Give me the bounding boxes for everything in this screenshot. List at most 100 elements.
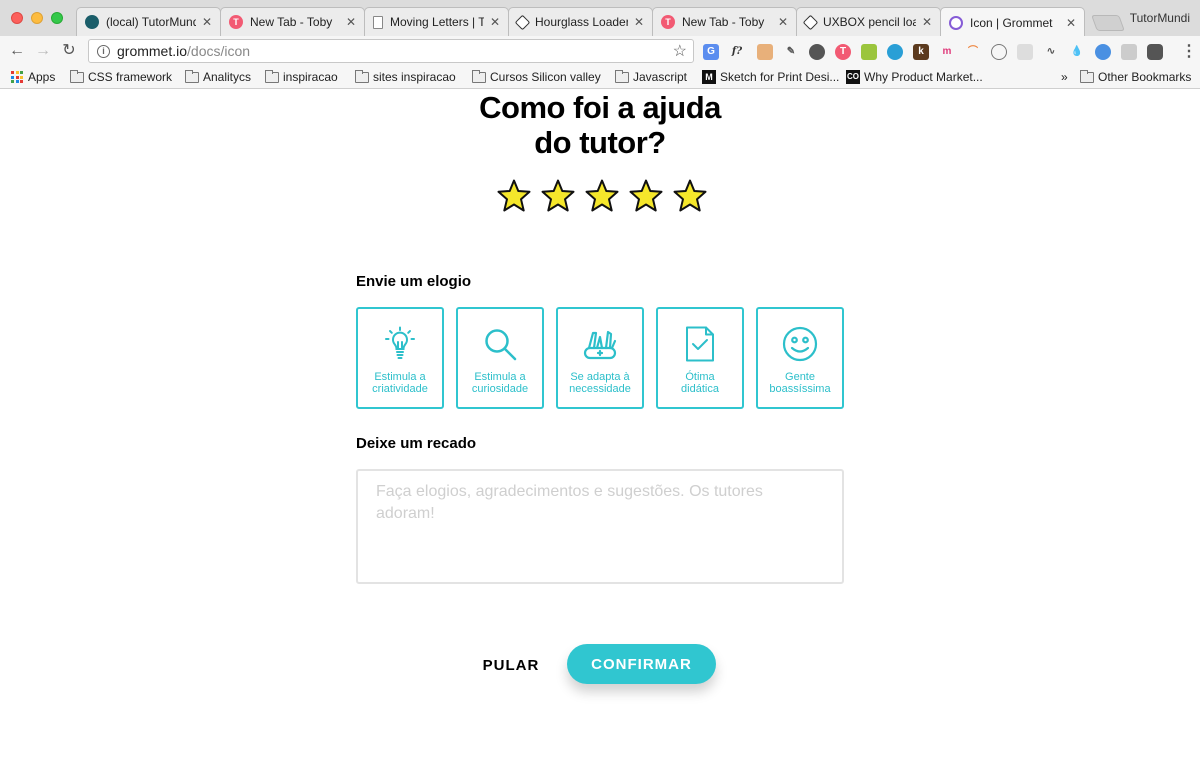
plant-extension-icon[interactable] [861, 44, 877, 60]
browser-menu-icon[interactable]: ⋮ [1181, 41, 1197, 61]
bookmark-label: Apps [28, 70, 56, 84]
reload-icon[interactable]: ↻ [60, 42, 78, 60]
close-tab-icon[interactable]: ✕ [202, 15, 212, 29]
compliment-label: Estimula a criatividade [360, 371, 440, 395]
close-tab-icon[interactable]: ✕ [346, 15, 356, 29]
ruler-extension-icon[interactable] [757, 44, 773, 60]
whatfont-extension-icon[interactable]: f? [729, 44, 745, 60]
folder-icon [472, 69, 486, 83]
star-icon[interactable] [540, 179, 576, 213]
bookmark-folder[interactable]: sites inspiracao [355, 69, 456, 84]
message-textarea[interactable] [356, 469, 844, 584]
maximize-window-button[interactable] [51, 12, 63, 24]
browser-tab[interactable]: T New Tab - Toby ✕ [652, 7, 797, 36]
star-icon[interactable] [496, 179, 532, 213]
page-extension-icon[interactable] [1121, 44, 1137, 60]
url-host: grommet.io [117, 43, 188, 59]
bookmark-link[interactable]: CO Why Product Market... [846, 70, 983, 84]
compliment-card-didactic[interactable]: Ótima didática [656, 307, 744, 409]
compliment-label-line2: didática [681, 383, 719, 395]
lightbulb-icon [385, 326, 415, 359]
browser-tab-active[interactable]: Icon | Grommet ✕ [940, 7, 1085, 37]
drop-extension-icon[interactable]: 💧 [1069, 44, 1085, 60]
star-rating [496, 179, 708, 213]
info-icon[interactable]: i [97, 44, 110, 58]
compliment-card-creativity[interactable]: Estimula a criatividade [356, 307, 444, 409]
compliment-label: Gente boassíssima [760, 371, 840, 395]
smiley-icon [782, 326, 818, 362]
browser-tab[interactable]: Moving Letters | T ✕ [364, 7, 509, 36]
profile-name[interactable]: TutorMundi [1130, 11, 1190, 25]
browser-toolbar: ← → ↻ i grommet.io/docs/icon ☆ G f? ✎ T … [0, 36, 1200, 67]
browser-tab[interactable]: Hourglass Loader ✕ [508, 7, 653, 36]
page-title-line1: Como foi a ajuda [479, 90, 721, 125]
other-bookmarks-folder[interactable]: Other Bookmarks [1080, 69, 1191, 84]
tab-title: Moving Letters | T [390, 15, 484, 29]
browser-tab[interactable]: (local) TutorMundi ✕ [76, 7, 221, 36]
translate-extension-icon[interactable]: G [703, 44, 719, 60]
bookmark-label: Cursos Silicon valley [490, 70, 601, 84]
tab-title: Hourglass Loader [535, 15, 628, 29]
tab-title: (local) TutorMundi [106, 15, 196, 29]
star-icon[interactable] [672, 179, 708, 213]
back-arrow-icon[interactable]: ← [8, 42, 26, 60]
medium-icon: M [702, 70, 716, 84]
pocket-extension-icon[interactable] [1147, 44, 1163, 60]
pulse-extension-icon[interactable]: ∿ [1043, 44, 1059, 60]
toby-extension-icon[interactable]: T [835, 44, 851, 60]
address-bar[interactable]: i grommet.io/docs/icon ☆ [88, 39, 694, 63]
folder-icon [185, 69, 199, 83]
skip-button[interactable]: PULAR [468, 654, 554, 676]
close-tab-icon[interactable]: ✕ [1066, 16, 1076, 30]
bookmark-link[interactable]: M Sketch for Print Desi... [702, 70, 839, 84]
close-tab-icon[interactable]: ✕ [778, 15, 788, 29]
bookmark-label: Why Product Market... [864, 70, 983, 84]
compliment-section-label: Envie um elogio [356, 273, 472, 290]
folder-icon [355, 69, 369, 83]
co-icon: CO [846, 70, 860, 84]
forward-arrow-icon[interactable]: → [34, 42, 52, 60]
bookmarks-bar: Apps CSS framework Analitycs inspiracao … [0, 67, 1200, 89]
close-tab-icon[interactable]: ✕ [922, 15, 932, 29]
compliment-label-line2: criatividade [372, 383, 428, 395]
eye-extension-icon[interactable] [887, 44, 903, 60]
bookmark-apps[interactable]: Apps [11, 70, 55, 84]
window-extension-icon[interactable] [1017, 44, 1033, 60]
browser-tab-strip: (local) TutorMundi ✕ T New Tab - Toby ✕ … [0, 0, 1200, 37]
minimize-window-button[interactable] [31, 12, 43, 24]
close-tab-icon[interactable]: ✕ [490, 15, 500, 29]
bookmark-folder[interactable]: inspiracao [265, 69, 338, 84]
compliment-label-line1: Gente [785, 371, 815, 383]
browser-tab[interactable]: T New Tab - Toby ✕ [220, 7, 365, 36]
folder-icon [70, 69, 84, 83]
close-window-button[interactable] [11, 12, 23, 24]
k-extension-icon[interactable]: k [913, 44, 929, 60]
bookmark-label: inspiracao [283, 70, 338, 84]
browser-tab[interactable]: UXBOX pencil loa ✕ [796, 7, 941, 36]
bookmark-folder[interactable]: Cursos Silicon valley [472, 69, 601, 84]
bookmarks-overflow-button[interactable]: » [1061, 70, 1068, 84]
compliment-cards: Estimula a criatividade Estimula a curio… [356, 307, 844, 409]
bookmark-folder[interactable]: Javascript [615, 69, 687, 84]
confirm-button[interactable]: CONFIRMAR [567, 644, 716, 684]
grommet-favicon-icon [949, 15, 963, 30]
compliment-card-curiosity[interactable]: Estimula a curiosidade [456, 307, 544, 409]
bookmark-star-icon[interactable]: ☆ [673, 41, 687, 61]
compliment-card-kind[interactable]: Gente boassíssima [756, 307, 844, 409]
close-tab-icon[interactable]: ✕ [634, 15, 644, 29]
sync-extension-icon[interactable] [991, 44, 1007, 60]
bookmark-folder[interactable]: CSS framework [70, 69, 172, 84]
eyedropper-extension-icon[interactable]: ✎ [783, 44, 799, 60]
evernote-extension-icon[interactable] [809, 44, 825, 60]
url-path: /docs/icon [187, 43, 251, 59]
activity-extension-icon[interactable] [1095, 44, 1111, 60]
rainbow-extension-icon[interactable]: ⌒ [965, 44, 981, 60]
new-tab-button[interactable] [1091, 15, 1125, 31]
compliment-card-adaptable[interactable]: Se adapta à necessidade [556, 307, 644, 409]
compliment-label: Ótima didática [660, 371, 740, 395]
star-icon[interactable] [628, 179, 664, 213]
star-icon[interactable] [584, 179, 620, 213]
m-extension-icon[interactable]: m [939, 44, 955, 60]
tab-title: Icon | Grommet [970, 15, 1053, 30]
bookmark-folder[interactable]: Analitycs [185, 69, 251, 84]
